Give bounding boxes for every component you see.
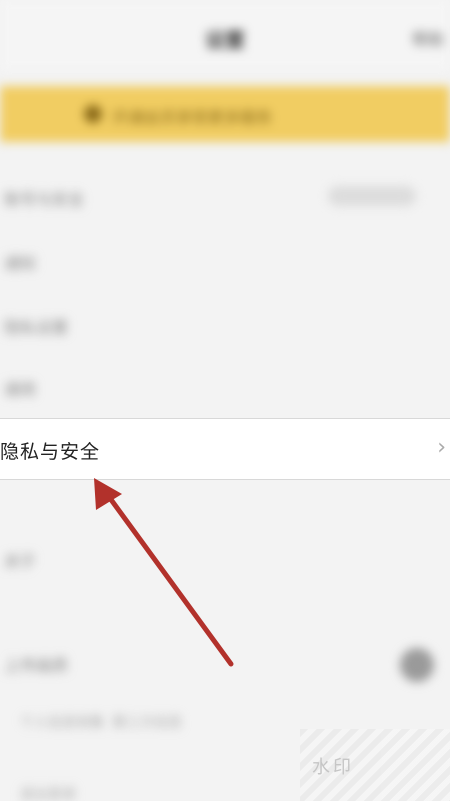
crown-icon <box>84 105 102 123</box>
watermark-text: 水印 <box>312 757 354 778</box>
watermark: 水印 <box>300 729 450 801</box>
settings-item-label: 通知 <box>4 254 37 273</box>
privacy-security-label: 隐私与安全 <box>0 441 101 463</box>
toggle-icon[interactable] <box>400 648 434 682</box>
settings-item-privacy-security[interactable]: 隐私与安全 › <box>0 418 450 480</box>
top-bar: 设置 帮助 <box>0 0 450 70</box>
account-status-badge <box>328 186 416 206</box>
settings-item-label: 账号与安全 <box>4 190 85 209</box>
settings-item-label: 上传画质 <box>4 656 69 675</box>
page-title: 设置 <box>205 28 245 52</box>
vip-banner-text: 开通会员享受更多服务 <box>112 108 273 127</box>
footer-link-third-party[interactable]: 第三方信息 <box>112 712 182 732</box>
settings-item-label: 隐私设置 <box>4 318 69 337</box>
settings-screen: 设置 帮助 开通会员享受更多服务 账号与安全 通知 隐私设置 通用 关于 上传画… <box>0 0 450 801</box>
footer-link-personal-info[interactable]: 个人信息收集 <box>20 712 104 732</box>
chevron-right-icon: › <box>437 435 446 460</box>
help-button[interactable]: 帮助 <box>412 26 444 50</box>
settings-item-label: 通用 <box>4 380 37 399</box>
blurred-background: 设置 帮助 开通会员享受更多服务 账号与安全 通知 隐私设置 通用 关于 上传画… <box>0 0 450 801</box>
logout-button[interactable]: 退出登录 <box>20 784 76 801</box>
settings-item-label: 关于 <box>4 552 37 571</box>
